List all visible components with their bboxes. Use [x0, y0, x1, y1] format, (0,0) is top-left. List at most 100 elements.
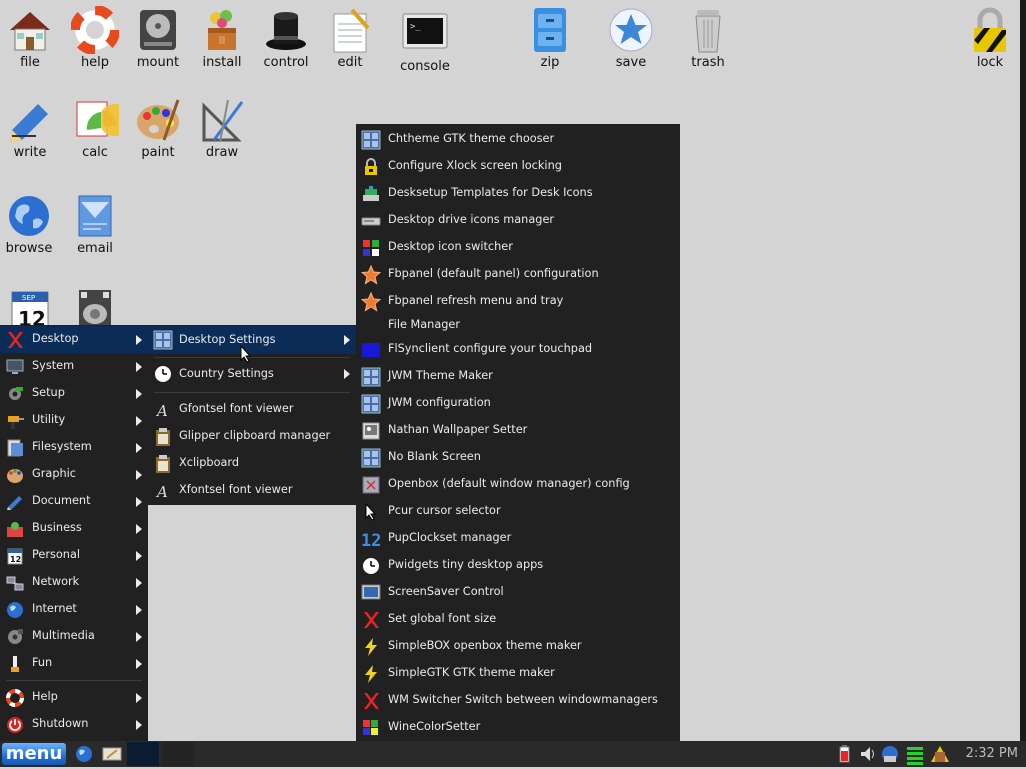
desktop-icon-label: control: [263, 55, 309, 70]
desktop-icon-email[interactable]: email: [63, 192, 127, 256]
menu-item-filesystem[interactable]: Filesystem: [0, 434, 148, 461]
network-tray-icon[interactable]: [880, 744, 900, 764]
task-button[interactable]: [127, 742, 159, 766]
menu-item-utility[interactable]: Utility: [0, 407, 148, 434]
menu-item-screensaver-control[interactable]: ScreenSaver Control: [356, 579, 680, 606]
x-logo-icon: [5, 330, 25, 350]
palette-icon: [5, 465, 25, 485]
desktop-icon-zip[interactable]: zip: [518, 6, 582, 70]
desktop-icon-file[interactable]: file: [0, 6, 62, 70]
drill-icon: [5, 411, 25, 431]
menu-item-openbox-default-window-manager-config[interactable]: Openbox (default window manager) config: [356, 471, 680, 498]
menu-item-graphic[interactable]: Graphic: [0, 461, 148, 488]
menu-item-desktop-icon-switcher[interactable]: Desktop icon switcher: [356, 234, 680, 261]
menu-item-label: Desktop: [32, 332, 79, 345]
desktop-icon-draw[interactable]: draw: [190, 96, 254, 160]
desktop-icon-install[interactable]: install: [190, 6, 254, 70]
menu-item-pcur-cursor-selector[interactable]: Pcur cursor selector: [356, 498, 680, 525]
menu-item-desksetup-templates-for-desk-icons[interactable]: Desksetup Templates for Desk Icons: [356, 180, 680, 207]
menu-item-configure-xlock-screen-locking[interactable]: Configure Xlock screen locking: [356, 153, 680, 180]
menu-item-network[interactable]: Network: [0, 569, 148, 596]
calendar-icon: 12: [5, 546, 25, 566]
desktop-icon-browse[interactable]: browse: [0, 192, 61, 256]
desktop-icon-paint[interactable]: paint: [126, 96, 190, 160]
menu-item-nathan-wallpaper-setter[interactable]: Nathan Wallpaper Setter: [356, 417, 680, 444]
browser-globe-icon[interactable]: [74, 744, 94, 764]
menu-item-fun[interactable]: Fun: [0, 650, 148, 677]
menu-item-label: Fun: [32, 656, 53, 669]
menu-item-multimedia[interactable]: Multimedia: [0, 623, 148, 650]
desktop-icon-console[interactable]: >_ console: [393, 10, 457, 74]
menu-item-gfontsel-font-viewer[interactable]: A Gfontsel font viewer: [148, 396, 356, 423]
desktop-icon-edit[interactable]: edit: [318, 6, 382, 70]
menu-item-jwm-theme-maker[interactable]: JWM Theme Maker: [356, 363, 680, 390]
digital-clock-icon: 12: [361, 529, 381, 551]
svg-text:A: A: [155, 483, 168, 501]
menu-button[interactable]: menu: [2, 743, 66, 765]
menu-item-fbpanel-refresh-menu-and-tray[interactable]: Fbpanel refresh menu and tray: [356, 288, 680, 315]
desktop-icon-calc[interactable]: calc: [63, 96, 131, 160]
task-button[interactable]: [162, 742, 194, 766]
menu-item-internet[interactable]: Internet: [0, 596, 148, 623]
menu-item-business[interactable]: Business: [0, 515, 148, 542]
volume-icon[interactable]: [858, 744, 878, 764]
lightning-icon: [361, 637, 381, 657]
menu-item-fbpanel-default-panel-configuration[interactable]: Fbpanel (default panel) configuration: [356, 261, 680, 288]
menu-separator: [154, 392, 350, 393]
menu-item-wm-switcher-switch-between-windowmanagers[interactable]: WM Switcher Switch between windowmanager…: [356, 687, 680, 714]
menu-item-simplegtk-gtk-theme-maker[interactable]: SimpleGTK GTK theme maker: [356, 660, 680, 687]
menu-item-xclipboard[interactable]: Xclipboard: [148, 450, 356, 477]
lightning-icon: [361, 664, 381, 684]
business-icon: [5, 519, 25, 539]
desktop-icon-label: email: [77, 241, 113, 256]
menu-item-document[interactable]: Document: [0, 488, 148, 515]
menu-separator: [154, 357, 350, 358]
desktop-icon-help[interactable]: help: [63, 5, 127, 70]
menu-item-label: Fbpanel refresh menu and tray: [388, 294, 564, 307]
desktop-icon-trash[interactable]: trash: [676, 6, 740, 70]
menu-item-set-global-font-size[interactable]: Set global font size: [356, 606, 680, 633]
svg-text:>_: >_: [410, 22, 421, 32]
harddrive-icon: [134, 6, 182, 54]
menu-item-chtheme-gtk-theme-chooser[interactable]: Chtheme GTK theme chooser: [356, 126, 680, 153]
menu-item-personal[interactable]: 12 Personal: [0, 542, 148, 569]
menu-item-desktop-settings[interactable]: Desktop Settings: [148, 326, 356, 354]
menu-item-setup[interactable]: Setup: [0, 380, 148, 407]
battery-icon[interactable]: [836, 744, 856, 764]
menu-item-flsynclient-configure-your-touchpad[interactable]: FlSynclient configure your touchpad: [356, 336, 680, 363]
menu-item-country-settings[interactable]: Country Settings: [148, 360, 356, 388]
editor-icon[interactable]: [101, 744, 122, 764]
windows-flag-icon: [361, 718, 381, 738]
menu-item-simplebox-openbox-theme-maker[interactable]: SimpleBOX openbox theme maker: [356, 633, 680, 660]
menu-item-glipper-clipboard-manager[interactable]: Glipper clipboard manager: [148, 423, 356, 450]
menu-item-help[interactable]: Help: [0, 684, 148, 711]
menu-item-label: PupClockset manager: [388, 531, 512, 544]
menu-item-winecolorsetter[interactable]: WineColorSetter: [356, 714, 680, 741]
desktop-icon-control[interactable]: control: [254, 6, 318, 70]
menu-item-shutdown[interactable]: Shutdown: [0, 711, 148, 738]
taskbar: menu 2:32 PM: [0, 741, 1026, 767]
menu-item-no-blank-screen[interactable]: No Blank Screen: [356, 444, 680, 471]
network-bars-icon[interactable]: [905, 744, 925, 765]
lifebuoy-icon: [5, 688, 25, 708]
menu-item-desktop[interactable]: Desktop: [0, 326, 148, 353]
menu-item-label: JWM Theme Maker: [388, 369, 493, 382]
desktop-icon-save[interactable]: save: [599, 6, 663, 70]
menu-item-pwidgets-tiny-desktop-apps[interactable]: Pwidgets tiny desktop apps: [356, 552, 680, 579]
menu-item-label: Country Settings: [179, 367, 274, 380]
padlock-icon: [361, 157, 381, 177]
menu-item-pupclockset-manager[interactable]: 12 PupClockset manager: [356, 525, 680, 552]
menu-item-jwm-configuration[interactable]: JWM configuration: [356, 390, 680, 417]
update-icon[interactable]: [930, 744, 950, 764]
menu-item-file-manager[interactable]: File Manager: [356, 315, 680, 335]
font-icon: A: [153, 400, 173, 420]
menu-item-xfontsel-font-viewer[interactable]: A Xfontsel font viewer: [148, 477, 356, 504]
menu-item-label: Business: [32, 521, 82, 534]
taskbar-clock[interactable]: 2:32 PM: [966, 746, 1018, 761]
desktop-icon-mount[interactable]: mount: [126, 6, 190, 70]
menu-item-desktop-drive-icons-manager[interactable]: Desktop drive icons manager: [356, 207, 680, 234]
menu-item-system[interactable]: System: [0, 353, 148, 380]
desktop-icon-lock[interactable]: lock: [958, 6, 1022, 70]
desktop-icon-write[interactable]: write: [0, 96, 62, 160]
menu-item-label: Xfontsel font viewer: [179, 483, 293, 496]
